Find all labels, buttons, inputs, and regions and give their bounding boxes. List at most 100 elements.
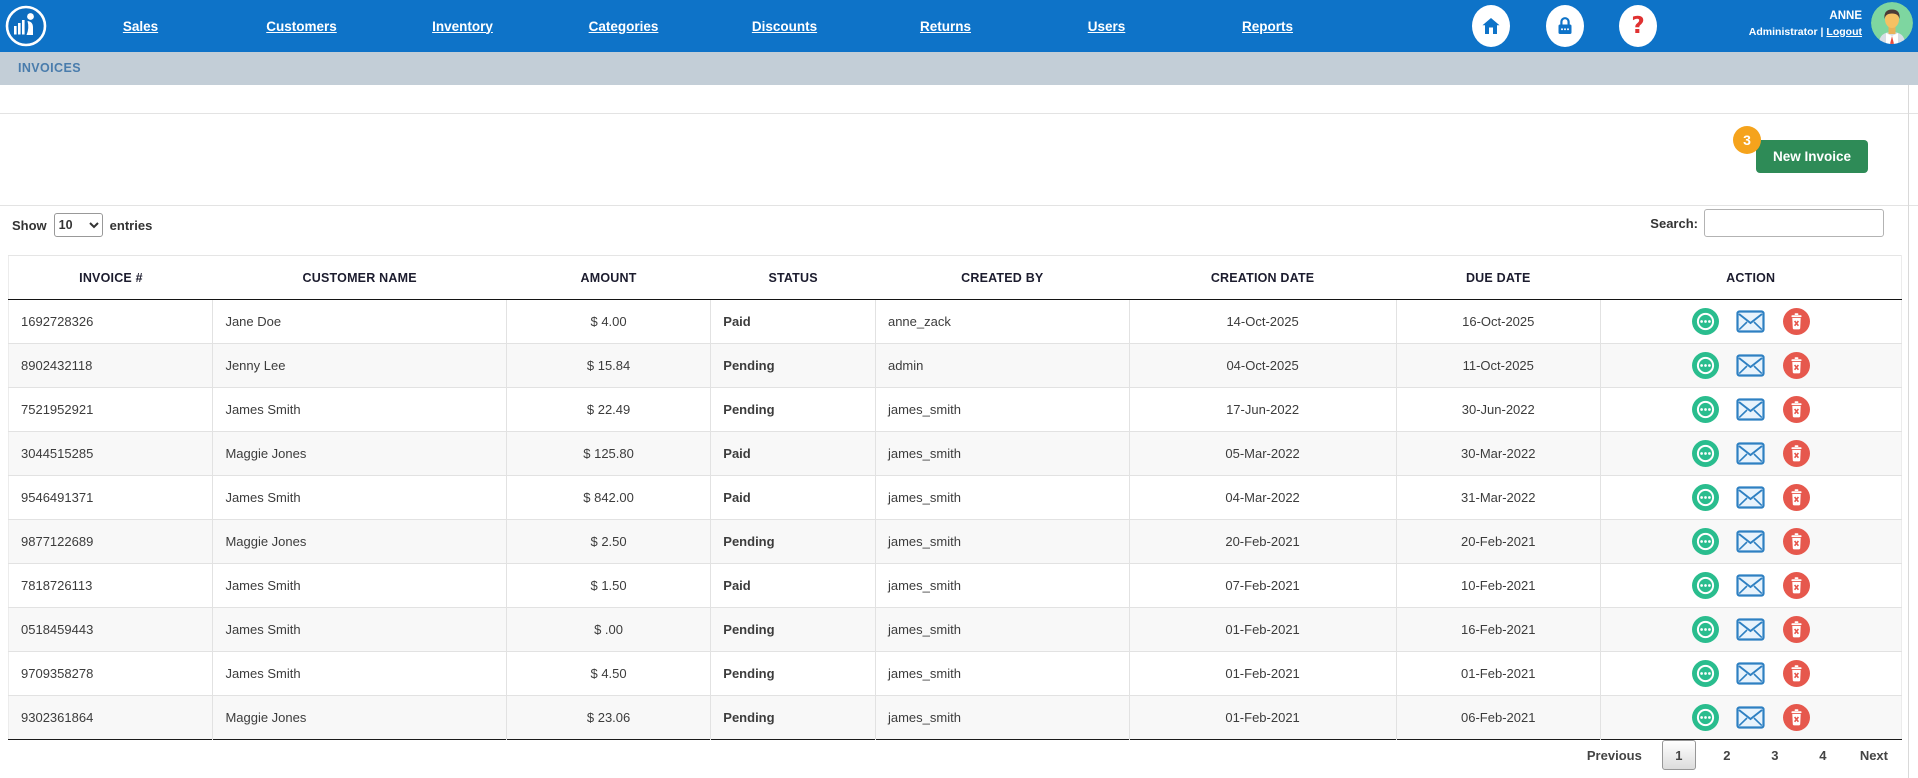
email-button[interactable] [1736, 618, 1765, 641]
app-logo[interactable] [5, 5, 47, 47]
nav-link-customers[interactable]: Customers [266, 19, 337, 34]
due-date-cell: 01-Feb-2021 [1396, 652, 1600, 696]
delete-button[interactable] [1783, 704, 1810, 731]
detail-button[interactable] [1692, 396, 1719, 423]
column-header-creation-date[interactable]: CREATION DATE [1129, 256, 1396, 300]
email-button[interactable] [1736, 574, 1765, 597]
detail-button[interactable] [1692, 308, 1719, 335]
nav-link-sales[interactable]: Sales [123, 19, 158, 34]
detail-icon [1692, 572, 1719, 599]
help-button[interactable]: ? [1619, 5, 1657, 47]
nav-link-returns[interactable]: Returns [920, 19, 971, 34]
action-cell [1600, 300, 1901, 344]
delete-icon [1783, 396, 1810, 423]
nav-link-categories[interactable]: Categories [589, 19, 659, 34]
detail-button[interactable] [1692, 352, 1719, 379]
customer-name-cell: James Smith [213, 652, 506, 696]
delete-button[interactable] [1783, 308, 1810, 335]
delete-button[interactable] [1783, 396, 1810, 423]
next-page-button[interactable]: Next [1852, 742, 1896, 769]
detail-button[interactable] [1692, 616, 1719, 643]
page-size-select[interactable]: 10 [54, 213, 103, 237]
due-date-cell: 10-Feb-2021 [1396, 564, 1600, 608]
delete-button[interactable] [1783, 572, 1810, 599]
divider [0, 205, 1918, 206]
email-button[interactable] [1736, 354, 1765, 377]
column-header-action[interactable]: ACTION [1600, 256, 1901, 300]
table-row: 7521952921 James Smith $ 22.49 Pending j… [9, 388, 1902, 432]
due-date-cell: 06-Feb-2021 [1396, 696, 1600, 740]
detail-button[interactable] [1692, 660, 1719, 687]
column-header-invoice[interactable]: INVOICE # [9, 256, 213, 300]
logout-link[interactable]: Logout [1826, 26, 1862, 38]
delete-button[interactable] [1783, 616, 1810, 643]
email-button[interactable] [1736, 442, 1765, 465]
delete-icon [1783, 616, 1810, 643]
column-header-customer[interactable]: CUSTOMER NAME [213, 256, 506, 300]
lock-button[interactable] [1546, 5, 1584, 47]
amount-cell: $ 15.84 [506, 344, 710, 388]
page-button-2[interactable]: 2 [1710, 740, 1744, 770]
created-by-cell: james_smith [875, 696, 1129, 740]
search-label: Search: [1650, 216, 1698, 231]
email-icon [1736, 530, 1765, 553]
detail-button[interactable] [1692, 484, 1719, 511]
table-row: 9877122689 Maggie Jones $ 2.50 Pending j… [9, 520, 1902, 564]
user-separator: | [1821, 26, 1824, 38]
delete-button[interactable] [1783, 440, 1810, 467]
search-input[interactable] [1704, 209, 1884, 237]
status-cell: Paid [711, 300, 876, 344]
new-invoice-button[interactable]: New Invoice 3 [1756, 140, 1868, 173]
email-button[interactable] [1736, 706, 1765, 729]
delete-button[interactable] [1783, 660, 1810, 687]
due-date-cell: 31-Mar-2022 [1396, 476, 1600, 520]
scrollbar-edge [1908, 85, 1909, 778]
user-avatar[interactable] [1871, 2, 1913, 44]
page-button-1[interactable]: 1 [1662, 740, 1696, 770]
nav-link-inventory[interactable]: Inventory [432, 19, 493, 34]
action-cell [1600, 344, 1901, 388]
previous-page-button[interactable]: Previous [1579, 742, 1650, 769]
nav-link-discounts[interactable]: Discounts [752, 19, 817, 34]
notification-badge: 3 [1733, 126, 1761, 154]
nav-link-users[interactable]: Users [1088, 19, 1126, 34]
breadcrumb: INVOICES [0, 52, 1918, 85]
column-header-created-by[interactable]: CREATED BY [875, 256, 1129, 300]
creation-date-cell: 04-Oct-2025 [1129, 344, 1396, 388]
due-date-cell: 16-Oct-2025 [1396, 300, 1600, 344]
created-by-cell: james_smith [875, 652, 1129, 696]
detail-button[interactable] [1692, 704, 1719, 731]
email-button[interactable] [1736, 310, 1765, 333]
email-button[interactable] [1736, 398, 1765, 421]
table-header-row: INVOICE # CUSTOMER NAME AMOUNT STATUS CR… [9, 256, 1902, 300]
show-label: Show [12, 218, 47, 233]
nav-link-reports[interactable]: Reports [1242, 19, 1293, 34]
home-button[interactable] [1472, 5, 1510, 47]
creation-date-cell: 01-Feb-2021 [1129, 652, 1396, 696]
created-by-cell: james_smith [875, 564, 1129, 608]
email-button[interactable] [1736, 662, 1765, 685]
email-button[interactable] [1736, 486, 1765, 509]
delete-button[interactable] [1783, 484, 1810, 511]
invoice-number-cell: 8902432118 [9, 344, 213, 388]
column-header-amount[interactable]: AMOUNT [506, 256, 710, 300]
detail-button[interactable] [1692, 572, 1719, 599]
detail-icon [1692, 704, 1719, 731]
lock-icon [1554, 15, 1576, 37]
email-button[interactable] [1736, 530, 1765, 553]
page-button-3[interactable]: 3 [1758, 740, 1792, 770]
detail-icon [1692, 616, 1719, 643]
delete-button[interactable] [1783, 352, 1810, 379]
column-header-status[interactable]: STATUS [711, 256, 876, 300]
page-button-4[interactable]: 4 [1806, 740, 1840, 770]
detail-button[interactable] [1692, 440, 1719, 467]
created-by-cell: james_smith [875, 432, 1129, 476]
search-control: Search: [1650, 209, 1884, 237]
action-cell [1600, 652, 1901, 696]
customer-name-cell: James Smith [213, 388, 506, 432]
email-icon [1736, 398, 1765, 421]
column-header-due-date[interactable]: DUE DATE [1396, 256, 1600, 300]
detail-button[interactable] [1692, 528, 1719, 555]
delete-button[interactable] [1783, 528, 1810, 555]
question-mark-icon: ? [1631, 13, 1644, 39]
